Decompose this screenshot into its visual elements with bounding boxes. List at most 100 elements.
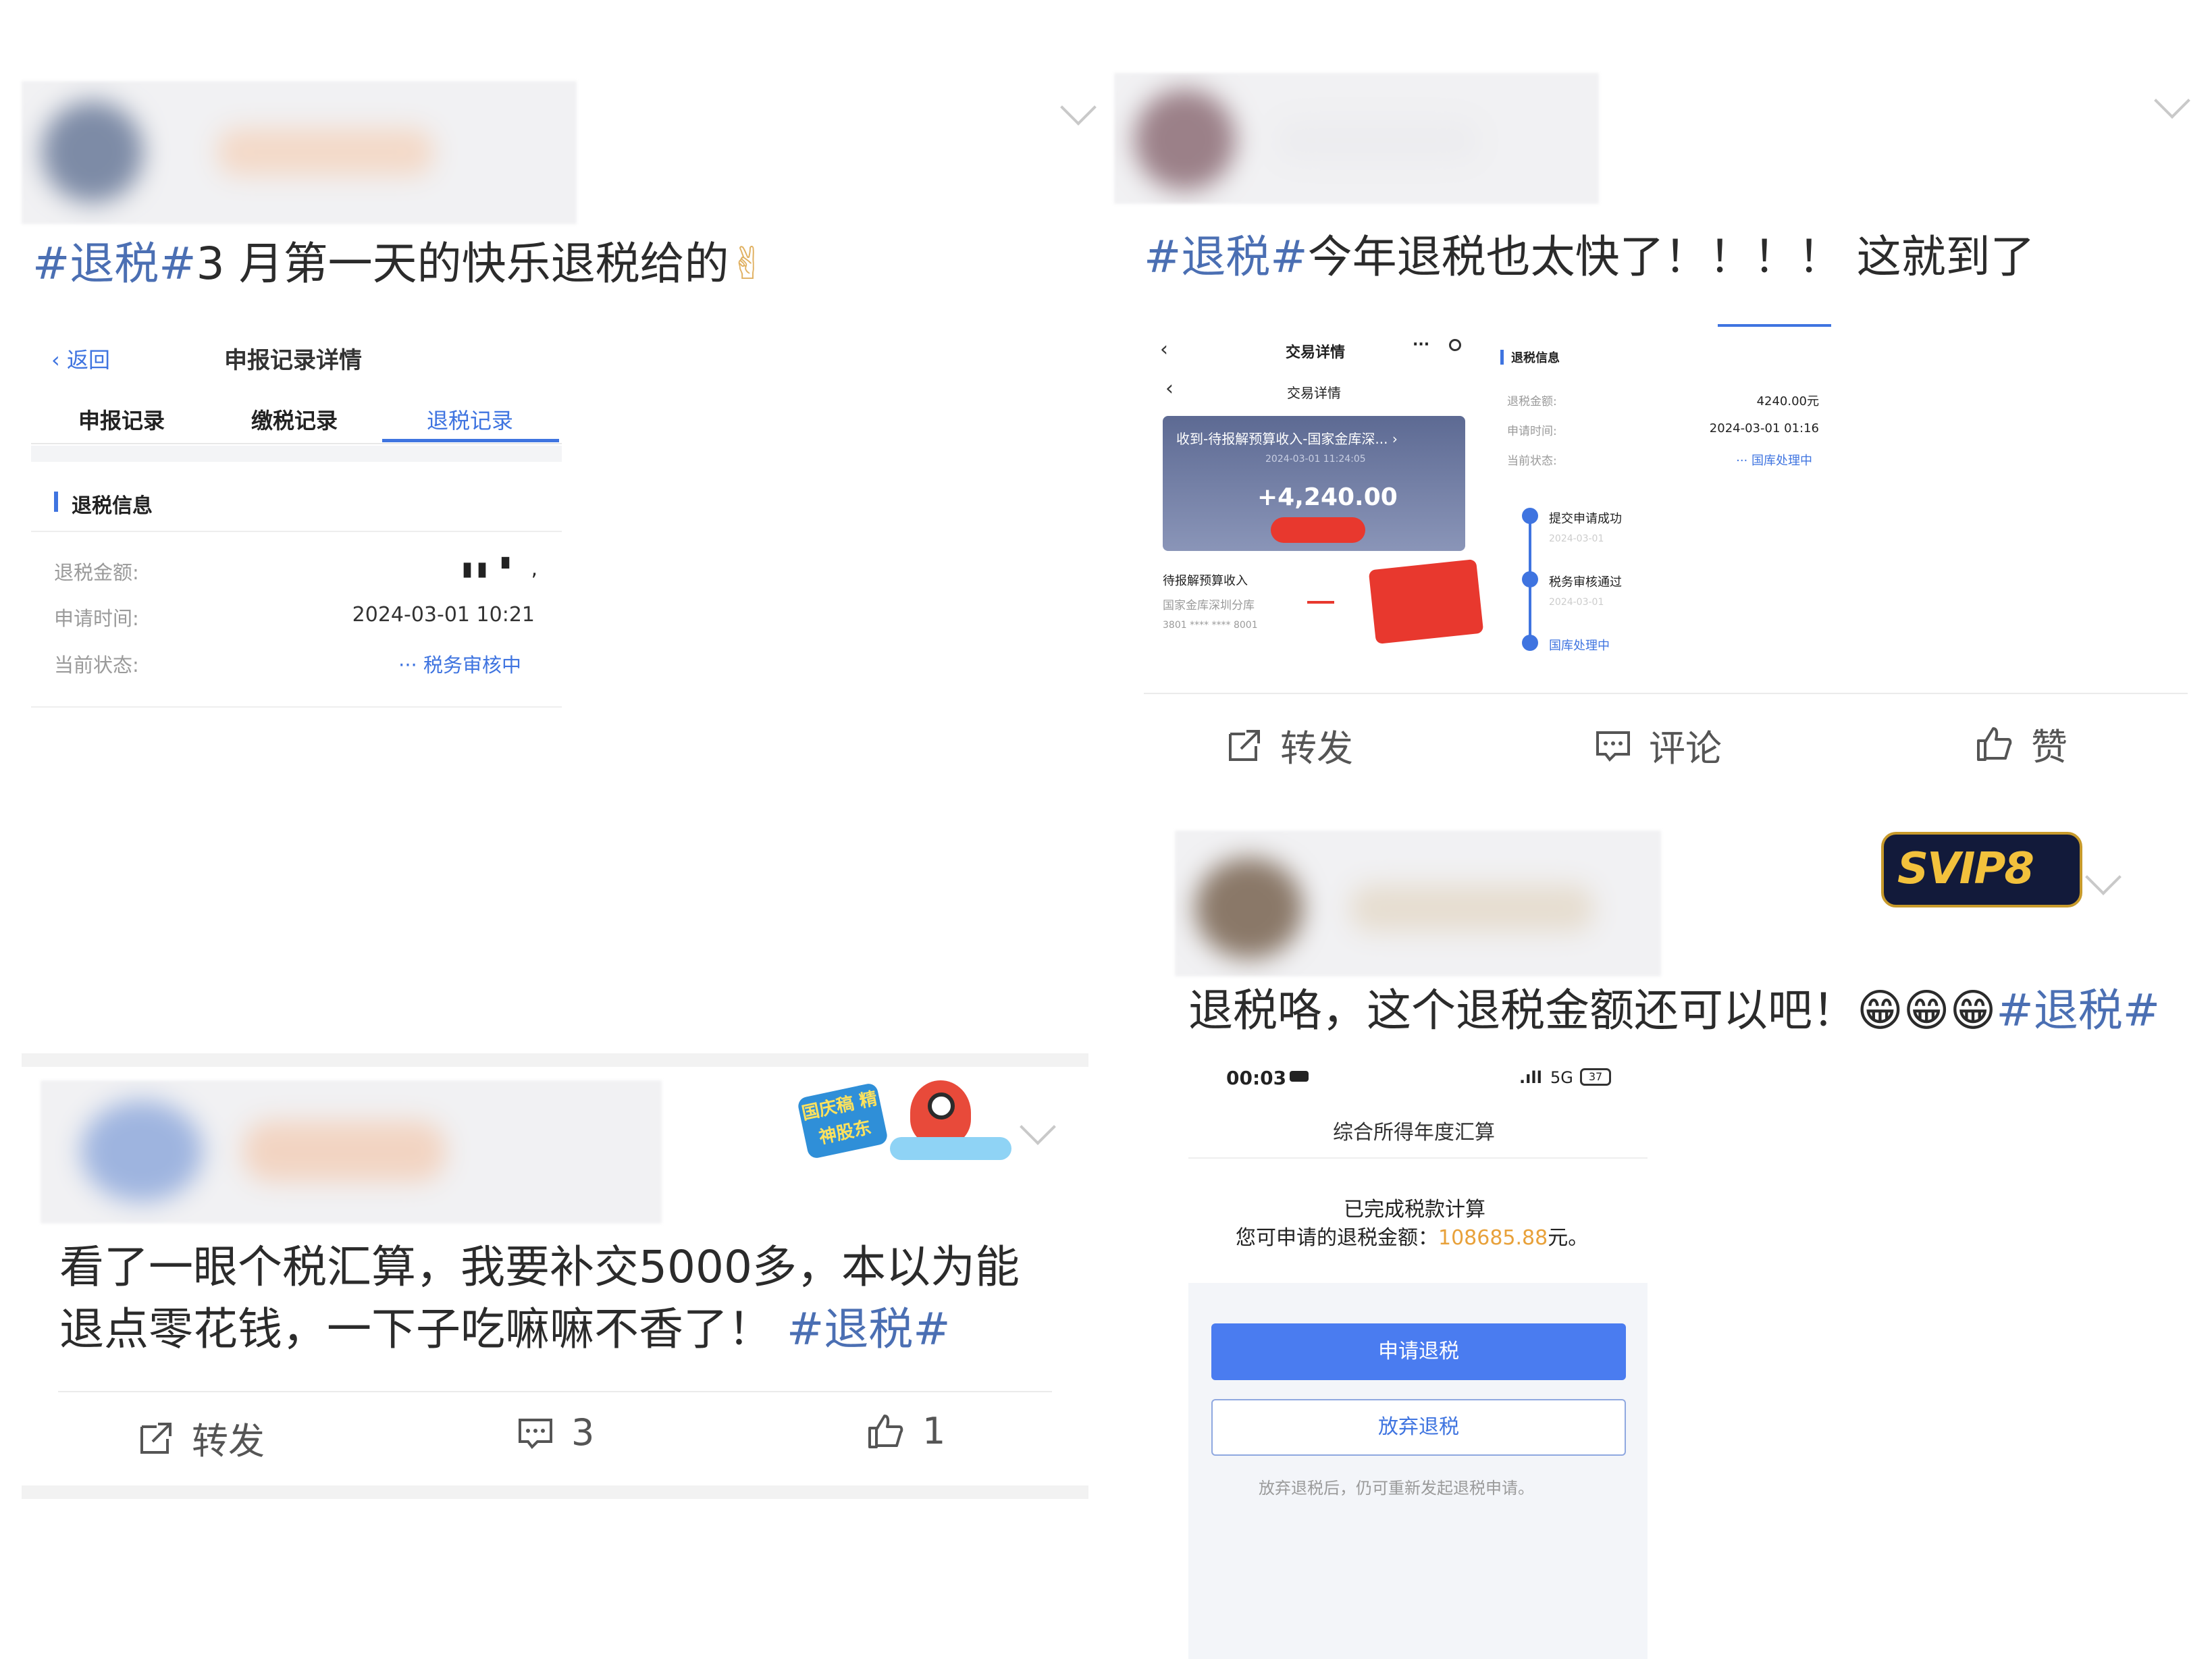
apply-refund-button[interactable]: 申请退税 <box>1211 1323 1626 1380</box>
post2-tax-screenshot: 退税信息 退税金额: 4240.00元 申请时间: 2024-03-01 01:… <box>1488 324 1839 662</box>
tab-declare[interactable]: 申报记录 <box>78 404 165 435</box>
back-link[interactable]: ‹ 返回 <box>51 343 110 374</box>
step1-label: 提交申请成功 <box>1549 512 1622 526</box>
grin-emoji-icon: 😁😁😁 <box>1857 984 1997 1036</box>
screenshot-bottom-line <box>31 706 562 708</box>
step2-label: 税务审核通过 <box>1549 575 1622 589</box>
payer-name: 待报解预算收入 <box>1163 574 1248 588</box>
step1-dot-icon <box>1522 508 1538 524</box>
post2-more-chevron-icon[interactable] <box>2154 82 2190 119</box>
give-up-refund-button[interactable]: 放弃退税 <box>1211 1399 1626 1456</box>
payer-bank: 国家金库深圳分库 <box>1163 599 1255 612</box>
r-label-time: 申请时间: <box>1507 425 1557 438</box>
post2-like-button[interactable]: 赞 <box>1974 717 2068 770</box>
svip-badge-text: SVIP8 <box>1897 844 2034 894</box>
post3-like-button[interactable]: 1 <box>866 1410 945 1452</box>
badge-wave <box>890 1137 1011 1160</box>
gray-gap <box>31 446 562 462</box>
row-label-status: 当前状态: <box>54 654 139 677</box>
thumbs-up-icon <box>868 1414 903 1448</box>
post3-comment-button[interactable]: 3 <box>517 1411 594 1454</box>
arrow-icon <box>1307 601 1334 604</box>
post4-author-header[interactable] <box>1175 831 1661 976</box>
post3-forward-button[interactable]: 转发 <box>138 1411 265 1465</box>
bank-card-date: 2024-03-01 11:24:05 <box>1265 454 1366 465</box>
comment-icon <box>1596 731 1630 762</box>
post3-bottom-separator <box>22 1485 1088 1499</box>
step3-dot-icon <box>1522 635 1538 651</box>
post3-line1: 看了一眼个税汇算，我要补交5000多，本以为能 <box>59 1241 1020 1293</box>
screenshot-title: 申报记录详情 <box>224 347 362 374</box>
post3-more-chevron-icon[interactable] <box>1020 1109 1056 1145</box>
bank-sub-title: 交易详情 <box>1287 385 1341 401</box>
phone-title: 综合所得年度汇算 <box>1333 1121 1495 1144</box>
button-area: 申请退税 放弃退税 放弃退税后，仍可重新发起退税申请。 <box>1188 1283 1648 1659</box>
bank-title: 交易详情 <box>1286 344 1346 361</box>
post2-hashtag[interactable]: #退税# <box>1144 231 1308 283</box>
step2-date: 2024-03-01 <box>1549 597 1604 608</box>
section-bar <box>54 492 58 512</box>
status-time: 00:03 <box>1226 1067 1287 1089</box>
post3-hashtag[interactable]: #退税# <box>787 1303 951 1355</box>
share-icon <box>140 1422 172 1454</box>
bank-card: 收到-待报解预算收入-国家金库深... › 2024-03-01 11:24:0… <box>1163 416 1465 551</box>
row-label-amount: 退税金额: <box>54 561 139 584</box>
r-label-status: 当前状态: <box>1507 454 1557 468</box>
battery-level: 37 <box>1588 1070 1603 1083</box>
post2-action-divider <box>1144 693 2188 694</box>
post3-line2: 退点零花钱，一下子吃嘛嘛不香了！ #退税# <box>59 1303 951 1355</box>
post1-hashtag[interactable]: #退税# <box>32 238 196 290</box>
section-title-2: 退税信息 <box>1511 351 1560 365</box>
bank-back-icon[interactable]: ‹ <box>1160 338 1168 361</box>
tab-refund-underline <box>382 439 559 442</box>
row-value-amount: ▮▮ ▘ , <box>462 557 542 580</box>
post2-comment-button[interactable]: 评论 <box>1595 718 1722 772</box>
post-separator <box>22 1053 1088 1067</box>
payer-account: 3801 **** **** 8001 <box>1163 620 1258 631</box>
phone-title-divider <box>1188 1157 1648 1159</box>
car-icon <box>1290 1071 1309 1082</box>
top-indicator <box>1718 324 1831 327</box>
give-up-note: 放弃退税后，仍可重新发起退税申请。 <box>1259 1479 1534 1498</box>
redaction-mark-2 <box>1368 558 1484 645</box>
post2-author-header[interactable] <box>1114 73 1599 204</box>
post1-tax-screenshot: ‹ 返回 申报记录详情 申报记录 缴税记录 退税记录 退税信息 退税金额: ▮▮… <box>31 324 562 709</box>
r-value-status[interactable]: ··· 国库处理中 <box>1736 451 1812 469</box>
redaction-mark <box>1271 517 1365 543</box>
post1-body: 3 月第一天的快乐退税给的 <box>196 238 729 290</box>
tab-bar: 申报记录 缴税记录 退税记录 <box>31 389 562 444</box>
bank-card-banner[interactable]: 收到-待报解预算收入-国家金库深... › <box>1176 428 1398 448</box>
row-value-status[interactable]: ··· 税务审核中 <box>398 650 521 678</box>
r-label-amount: 退税金额: <box>1507 395 1557 409</box>
post1-text: #退税#3 月第一天的快乐退税给的✌ <box>32 232 766 296</box>
step1-date: 2024-03-01 <box>1549 533 1604 544</box>
post3-action-divider <box>58 1391 1052 1392</box>
comment-icon <box>519 1418 552 1449</box>
svip-badge: SVIP8 <box>1881 832 2082 907</box>
refund-amount-value: 108685.88 <box>1438 1226 1548 1250</box>
badge-label: 国庆稿 精神股东 <box>796 1082 889 1160</box>
step3-label: 国库处理中 <box>1549 639 1610 653</box>
bank-target-icon[interactable] <box>1449 339 1461 351</box>
bank-back-icon-2[interactable]: ‹ <box>1165 377 1174 400</box>
signal-icon: .ıll <box>1519 1068 1542 1087</box>
post4-text: 退税咯，这个退税金额还可以吧！😁😁😁#退税# <box>1188 984 2161 1036</box>
calc-done: 已完成税款计算 <box>1344 1198 1485 1221</box>
post3-author-header[interactable] <box>41 1080 662 1223</box>
tab-pay[interactable]: 缴税记录 <box>251 404 338 435</box>
post4-more-chevron-icon[interactable] <box>2085 859 2122 895</box>
r-value-time: 2024-03-01 01:16 <box>1709 421 1819 436</box>
battery-icon: 37 <box>1580 1068 1611 1086</box>
tab-refund[interactable]: 退税记录 <box>427 404 513 435</box>
section-title: 退税信息 <box>72 494 153 518</box>
post4-hashtag[interactable]: #退税# <box>1996 984 2160 1036</box>
post2-bank-screenshot: ‹ 交易详情 ··· ‹ 交易详情 收到-待报解预算收入-国家金库深... › … <box>1145 324 1484 662</box>
post1-more-chevron-icon[interactable] <box>1060 89 1097 126</box>
post1-author-header[interactable] <box>22 81 577 224</box>
post2-forward-button[interactable]: 转发 <box>1226 718 1353 772</box>
refund-amount-line: 您可申请的退税金额：108685.88元。 <box>1236 1226 1589 1250</box>
network-label: 5G <box>1550 1068 1573 1087</box>
victory-hand-icon: ✌ <box>729 238 766 290</box>
bank-more-icon[interactable]: ··· <box>1413 336 1429 353</box>
post4-phone-screenshot: 00:03 .ıll 5G 37 综合所得年度汇算 已完成税款计算 您可申请的退… <box>1188 1053 1648 1659</box>
